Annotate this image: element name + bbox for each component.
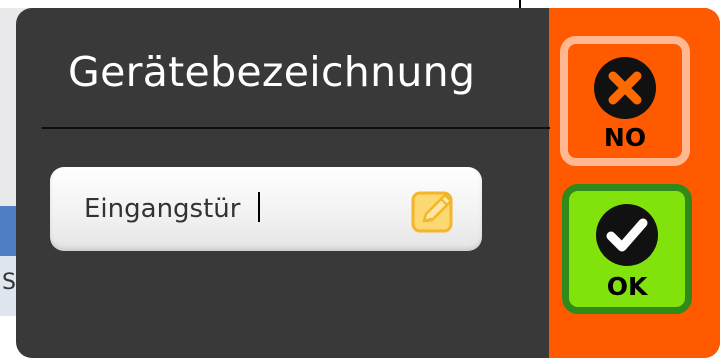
background-row-text: S — [2, 270, 16, 295]
no-button[interactable]: NO — [560, 36, 690, 166]
ok-button[interactable]: OK — [562, 184, 692, 314]
ok-button-label: OK — [606, 272, 648, 301]
device-name-input[interactable] — [84, 187, 404, 231]
check-circle-icon — [596, 204, 658, 266]
title-divider — [42, 127, 550, 129]
pencil-edit-icon[interactable] — [410, 188, 458, 234]
x-circle-icon — [594, 57, 656, 119]
text-caret — [258, 192, 260, 222]
device-name-field[interactable] — [50, 167, 482, 251]
background-cursor-mark — [519, 0, 521, 8]
no-button-label: NO — [603, 123, 647, 152]
dialog-title: Gerätebezeichnung — [68, 48, 476, 96]
screen: S Gerätebezeichnung NO OK — [0, 0, 726, 360]
